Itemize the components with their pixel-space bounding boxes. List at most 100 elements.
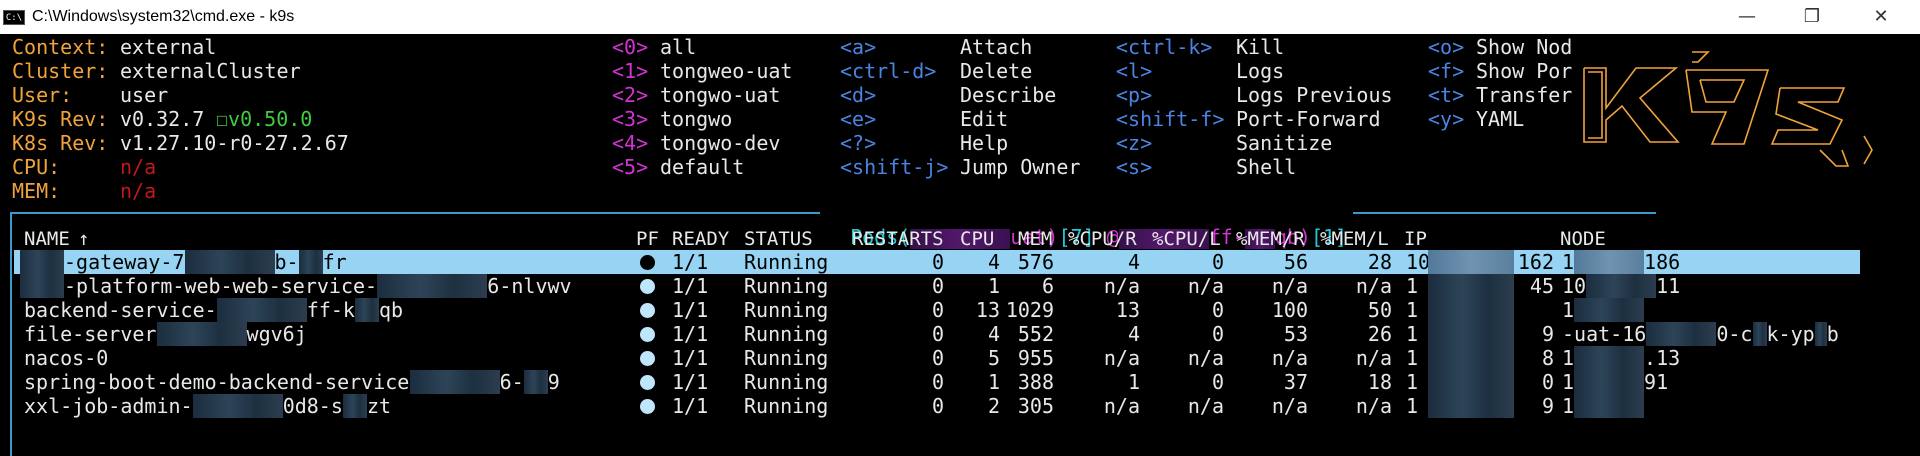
pod-node-tail: 186 — [1644, 250, 1681, 274]
info-value: n/a — [120, 179, 157, 203]
namespace-key[interactable]: <3> — [612, 107, 648, 131]
namespace-name[interactable]: default — [660, 155, 744, 179]
shortcut-action: Sanitize — [1236, 131, 1333, 155]
namespace-key[interactable]: <2> — [612, 83, 648, 107]
column-header-ready[interactable]: READY — [672, 228, 729, 250]
column-header-cpu_r[interactable]: %CPU/R — [1068, 228, 1137, 250]
pod-cpu-r: n/a — [1103, 274, 1140, 298]
table-row[interactable]: -gateway-7 b-fr 1/1 Running 0 4 576 4 0 56 28 10 162… — [14, 250, 1860, 274]
pod-node-tail: 0-c — [1716, 322, 1753, 346]
pod-ip: 10 — [1406, 250, 1431, 274]
port-forward-indicator-icon — [640, 255, 655, 270]
pod-ready: 1/1 — [672, 274, 709, 298]
pod-name-suffix: 6-nlvwv — [487, 274, 572, 298]
pod-cpu-l: n/a — [1187, 394, 1224, 418]
pod-mem-l: n/a — [1355, 274, 1392, 298]
table-row[interactable]: nacos-0 1/1 Running 0 5 955 n/a n/a n/a n/a 1 8 1.13 — [14, 346, 1860, 370]
redacted-text — [1428, 298, 1514, 322]
redacted-text — [156, 322, 247, 346]
column-header-cpu[interactable]: CPU — [960, 228, 994, 250]
pod-status: Running — [744, 298, 829, 322]
pod-mem: 388 — [1017, 370, 1054, 394]
pod-name: spring-boot-demo-backend-service — [24, 370, 410, 394]
namespace-key[interactable]: <4> — [612, 131, 648, 155]
pod-ready: 1/1 — [672, 298, 709, 322]
table-row[interactable]: spring-boot-demo-backend-service 6- 9 1/1 Ru… — [14, 370, 1860, 394]
maximize-button[interactable]: ❐ — [1783, 0, 1841, 34]
port-forward-indicator-icon — [640, 375, 655, 390]
pod-status: Running — [744, 322, 829, 346]
column-header-sort[interactable]: ↑ — [78, 228, 89, 250]
pod-ready: 1/1 — [672, 346, 709, 370]
pod-cpu: 2 — [987, 394, 1000, 418]
table-row[interactable]: -platform-web-web-service- 6-nlvwv 1/1 Runn… — [14, 274, 1860, 298]
pod-ip-tail: 45 — [1529, 274, 1554, 298]
namespace-name[interactable]: all — [660, 35, 696, 59]
namespace-key[interactable]: <5> — [612, 155, 648, 179]
shortcut-key: <ctrl-k> — [1116, 35, 1213, 59]
shortcut-action: Show Por — [1476, 59, 1573, 83]
column-header-restarts[interactable]: RESTARTS — [852, 228, 944, 250]
namespace-name[interactable]: tongwo-dev — [660, 131, 780, 155]
info-value: external — [120, 35, 217, 59]
pod-ip-tail: 9 — [1541, 394, 1554, 418]
shortcut-action: Kill — [1236, 35, 1285, 59]
pod-name-suffix: ff-k — [306, 298, 355, 322]
pod-node: 10 — [1562, 274, 1587, 298]
pod-mem-r: 56 — [1283, 250, 1308, 274]
pod-cpu: 4 — [987, 250, 1000, 274]
close-button[interactable]: ✕ — [1852, 0, 1910, 34]
pod-mem: 1029 — [1005, 298, 1054, 322]
pod-status: Running — [744, 394, 829, 418]
pod-name-suffix: 6- — [499, 370, 524, 394]
pod-ip: 1 — [1406, 322, 1419, 346]
table-row[interactable]: xxl-job-admin- 0d8-s zt 1/1 Running 0 2 305 n/a n… — [14, 394, 1860, 418]
pod-node: 1 — [1562, 298, 1575, 322]
info-label: K9s Rev: — [12, 107, 109, 131]
info-value: user — [120, 83, 169, 107]
column-header-mem_r[interactable]: %MEM/R — [1236, 228, 1305, 250]
shortcut-key: <f> — [1428, 59, 1465, 83]
column-header-ip[interactable]: IP — [1404, 228, 1427, 250]
namespace-name[interactable]: tongwo — [660, 107, 732, 131]
info-label: K8s Rev: — [12, 131, 109, 155]
shortcut-action: Shell — [1236, 155, 1297, 179]
pod-cpu: 1 — [987, 370, 1000, 394]
shortcut-key: <o> — [1428, 35, 1465, 59]
redacted-text — [20, 274, 64, 298]
info-label: Cluster: — [12, 59, 109, 83]
namespace-key[interactable]: <0> — [612, 35, 648, 59]
column-header-node[interactable]: NODE — [1560, 228, 1606, 250]
column-header-status[interactable]: STATUS — [744, 228, 813, 250]
namespace-key[interactable]: <1> — [612, 59, 648, 83]
minimize-button[interactable]: — — [1718, 0, 1776, 34]
namespace-name[interactable]: tongweo-uat — [660, 59, 792, 83]
redacted-text — [523, 370, 548, 394]
shortcut-action: Logs Previous — [1236, 83, 1393, 107]
column-header-mem_l[interactable]: %MEM/L — [1320, 228, 1389, 250]
pod-mem-r: n/a — [1271, 346, 1308, 370]
column-header-name[interactable]: NAME — [24, 228, 70, 250]
info-label: Context: — [12, 35, 109, 59]
pod-name-end: zt — [366, 394, 392, 418]
column-header-mem[interactable]: MEM — [1018, 228, 1052, 250]
pod-cpu-r: 1 — [1127, 370, 1140, 394]
column-header-cpu_l[interactable]: %CPU/L — [1152, 228, 1221, 250]
pod-node-end: k-yp — [1766, 322, 1815, 346]
pod-cpu-r: 4 — [1127, 322, 1140, 346]
pod-node: 1 — [1562, 250, 1575, 274]
pod-mem-l: n/a — [1355, 346, 1392, 370]
table-row[interactable]: file-server wgv6j 1/1 Running 0 4 552 4 0 53 26 1 9-… — [14, 322, 1860, 346]
pod-node-tail: .13 — [1644, 346, 1681, 370]
column-header-pf[interactable]: PF — [636, 228, 659, 250]
namespace-name[interactable]: tongwo-uat — [660, 83, 780, 107]
table-row[interactable]: backend-service-ff-k qb 1/1 Running 0 13 1029 1… — [14, 298, 1860, 322]
port-forward-indicator-icon — [640, 279, 655, 294]
port-forward-indicator-icon — [640, 351, 655, 366]
redacted-text — [1646, 322, 1717, 346]
pod-ready: 1/1 — [672, 250, 709, 274]
pod-name: xxl-job-admin- — [24, 394, 193, 418]
pod-cpu: 4 — [987, 322, 1000, 346]
pod-name-end: fr — [322, 250, 347, 274]
shortcut-key: <l> — [1116, 59, 1153, 83]
